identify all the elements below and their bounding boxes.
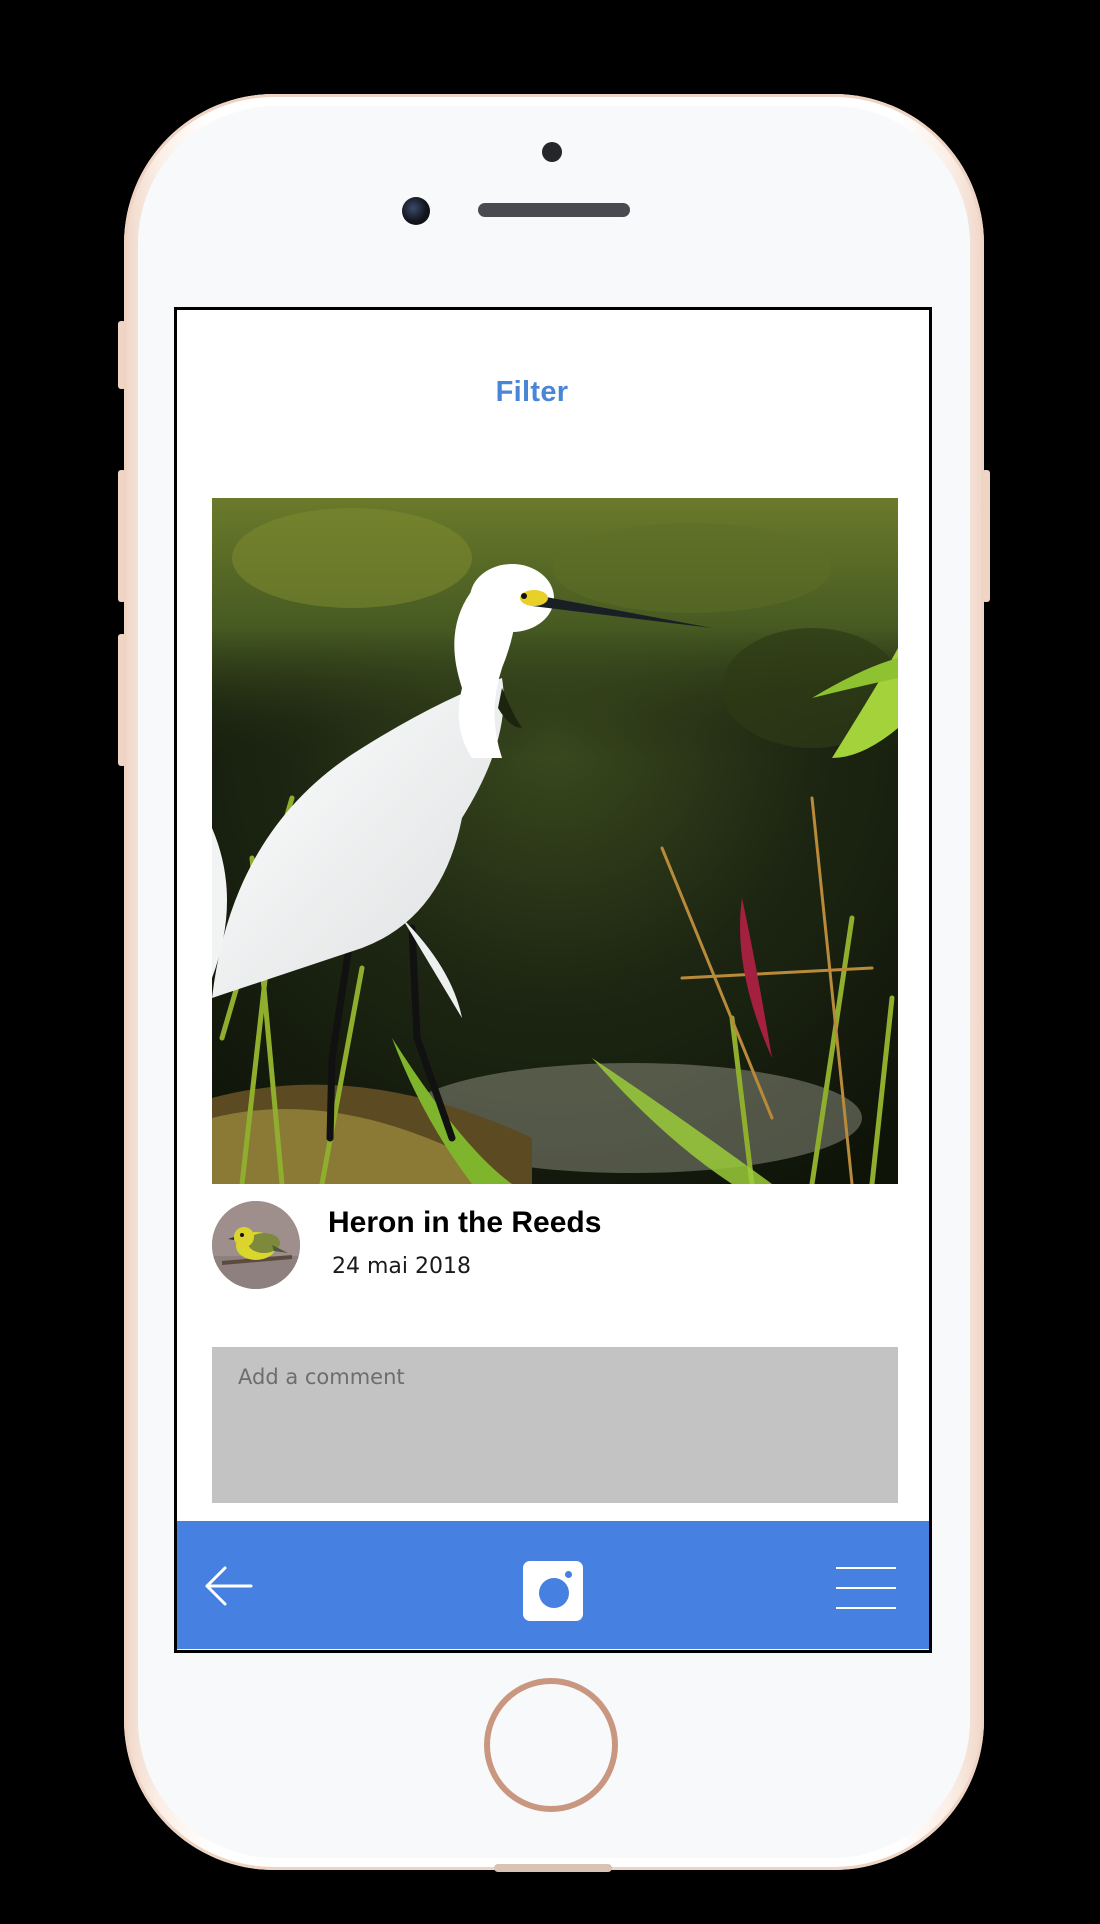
menu-button[interactable] — [836, 1567, 896, 1611]
post-photo[interactable] — [212, 498, 898, 1184]
app-screen: Filter Heron in the Reeds 24 mai 2018 Ad… — [174, 307, 932, 1653]
post-title: Heron in the Reeds — [328, 1206, 602, 1239]
avatar[interactable] — [212, 1201, 300, 1289]
earpiece-speaker — [478, 203, 630, 217]
post-date: 24 mai 2018 — [332, 1254, 471, 1279]
songbird-avatar-illustration — [212, 1201, 300, 1289]
hamburger-menu-icon — [836, 1567, 896, 1569]
bottom-nav-bar — [177, 1521, 929, 1649]
back-button[interactable] — [203, 1565, 253, 1607]
front-camera — [402, 197, 430, 225]
camera-flash-dot — [565, 1571, 572, 1578]
camera-button[interactable] — [523, 1561, 583, 1621]
egret-photo-illustration — [212, 498, 898, 1184]
hamburger-menu-icon — [836, 1607, 896, 1609]
stage: Filter Heron in the Reeds 24 mai 2018 Ad… — [0, 0, 1100, 1924]
hamburger-menu-icon — [836, 1587, 896, 1589]
page-title[interactable]: Filter — [177, 376, 887, 409]
comment-input[interactable] — [212, 1347, 898, 1503]
home-button[interactable] — [484, 1678, 618, 1812]
phone-bottom-edge — [494, 1864, 612, 1872]
camera-icon — [539, 1578, 569, 1608]
arrow-left-icon — [205, 1566, 253, 1606]
proximity-sensor — [542, 142, 562, 162]
